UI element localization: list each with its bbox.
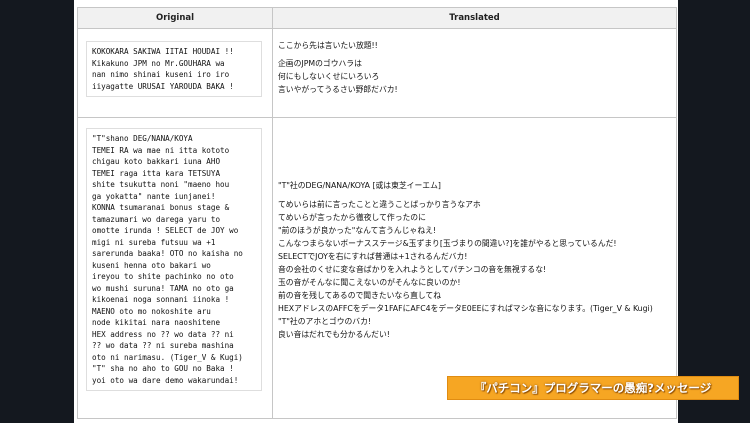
header-original: Original [77, 7, 273, 29]
translated-line: 音の会社のくせに変な音ばかりを入れようとしてパチンコの音を無視するな! [278, 265, 547, 274]
caption-banner: 『パチコン』プログラマーの愚痴?メッセージ [447, 376, 739, 400]
original-code-block: KOKOKARA SAKIWA IITAI HOUDAI !! Kikakuno… [86, 41, 262, 97]
translated-line: 良い音はだれでも分かるんだい! [278, 330, 390, 339]
original-cell: KOKOKARA SAKIWA IITAI HOUDAI !! Kikakuno… [77, 28, 273, 118]
original-code-block: "T"shano DEG/NANA/KOYA TEMEI RA wa mae n… [86, 128, 262, 391]
translated-line: "T"社のアホとゴウのバカ! [278, 317, 372, 326]
translated-line: "前のほうが良かった"なんて言うんじゃねえ! [278, 226, 437, 235]
translated-line: てめいらが言ったから徹夜して作ったのに [278, 213, 426, 222]
translated-line: 玉の音がそんなに聞こえないのがそんなに良いのか! [278, 278, 461, 287]
translated-line: てめいらは前に言ったことと違うことばっかり言うなアホ [278, 200, 481, 209]
translated-text: ここから先は言いたい放題!! 企画のJPMのゴウハラは 何にもしないくせにいろい… [273, 29, 676, 96]
translated-line: こんなつまらないボーナスステージ&玉ずまり[玉づまりの間違い?]を誰がやると思っ… [278, 239, 617, 248]
translated-line: 企画のJPMのゴウハラは [278, 59, 362, 68]
translated-text: "T"社のDEG/NANA/KOYA [或は東芝イーエム] てめいらは前に言った… [273, 118, 676, 341]
table-row: "T"shano DEG/NANA/KOYA TEMEI RA wa mae n… [77, 117, 677, 419]
original-cell: "T"shano DEG/NANA/KOYA TEMEI RA wa mae n… [77, 117, 273, 419]
table-header-row: Original Translated [77, 7, 677, 29]
translated-line: 言いやがってうるさい野郎だバカ! [278, 85, 398, 94]
translated-cell: "T"社のDEG/NANA/KOYA [或は東芝イーエム] てめいらは前に言った… [272, 117, 677, 419]
document-page: Original Translated KOKOKARA SAKIWA IITA… [74, 0, 678, 423]
translated-line: 何にもしないくせにいろいろ [278, 72, 380, 81]
table-row: KOKOKARA SAKIWA IITAI HOUDAI !! Kikakuno… [77, 28, 677, 118]
translated-line: ここから先は言いたい放題!! [278, 41, 378, 50]
translated-cell: ここから先は言いたい放題!! 企画のJPMのゴウハラは 何にもしないくせにいろい… [272, 28, 677, 118]
translation-table: Original Translated KOKOKARA SAKIWA IITA… [77, 7, 677, 419]
translated-line: SELECTでJOYを右にすれば普通は+1されるんだバカ! [278, 252, 468, 261]
translated-heading: "T"社のDEG/NANA/KOYA [或は東芝イーエム] [278, 181, 441, 190]
header-translated: Translated [272, 7, 677, 29]
translated-line: HEXアドレスのAFFCをデータ1FAFにAFC4をデータE0EEにすればマシな… [278, 304, 653, 313]
translated-line: 前の音を残してあるので聞きたいなら直してね [278, 291, 442, 300]
